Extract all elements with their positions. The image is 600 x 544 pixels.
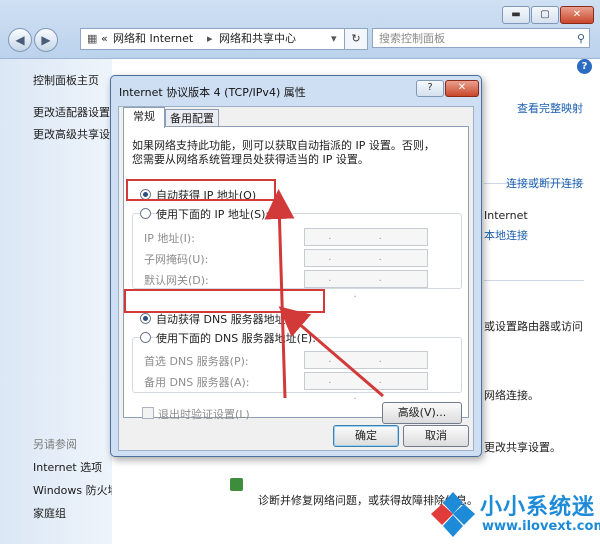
auto-ip-highlight-box: [126, 179, 276, 201]
close-button[interactable]: ✕: [560, 6, 594, 24]
dialog-close-button[interactable]: ✕: [445, 80, 479, 97]
watermark-title: 小小系统迷: [480, 495, 596, 520]
connect-disconnect-link[interactable]: 连接或断开连接: [506, 175, 583, 191]
watermark-url: www.ilovext.com: [482, 519, 600, 534]
ipv4-properties-dialog: Internet 协议版本 4 (TCP/IPv4) 属性 ? ✕ 常规 备用配…: [110, 75, 482, 457]
validate-on-exit-label: 退出时验证设置(L): [158, 408, 250, 421]
tab-alternate-configuration[interactable]: 备用配置: [165, 109, 219, 127]
router-setup-text: 或设置路由器或访问: [484, 320, 583, 333]
change-advanced-sharing-link[interactable]: 更改高级共享设置: [33, 126, 121, 142]
ip-address-label: IP 地址(I):: [144, 232, 195, 245]
dialog-body: 常规 备用配置 如果网络支持此功能，则可以获取自动指派的 IP 设置。否则， 您…: [118, 106, 474, 451]
tab-general[interactable]: 常规: [123, 107, 165, 128]
cancel-button[interactable]: 取消: [403, 425, 469, 447]
auto-dns-radio[interactable]: [140, 313, 151, 324]
breadcrumb-network-sharing-center[interactable]: 网络和共享中心: [219, 29, 296, 49]
general-tab-panel: 如果网络支持此功能，则可以获取自动指派的 IP 设置。否则， 您需要从网络系统管…: [123, 126, 469, 424]
auto-dns-highlight-box: [124, 289, 325, 313]
maximize-button[interactable]: ▢: [531, 6, 559, 24]
address-bar[interactable]: ▦ « 网络和 Internet ▸ 网络和共享中心 ▾: [80, 28, 368, 50]
address-dropdown-icon[interactable]: ▾: [331, 29, 337, 49]
alternate-dns-field[interactable]: . . .: [304, 372, 428, 402]
network-connection-text: 网络连接。: [484, 389, 539, 402]
folder-icon: ▦: [87, 32, 98, 45]
help-icon[interactable]: ?: [577, 59, 592, 74]
manual-dns-radio[interactable]: [140, 332, 151, 343]
manual-ip-label[interactable]: 使用下面的 IP 地址(S):: [156, 206, 270, 222]
manual-dns-label[interactable]: 使用下面的 DNS 服务器地址(E):: [156, 330, 316, 346]
dialog-help-button[interactable]: ?: [416, 80, 444, 97]
dialog-title: Internet 协议版本 4 (TCP/IPv4) 属性: [119, 86, 306, 99]
minimize-button[interactable]: ▬: [502, 6, 530, 24]
back-button[interactable]: ◀: [8, 28, 32, 52]
watermark-logo-icon: [431, 492, 475, 537]
breadcrumb-prefix: «: [101, 32, 108, 45]
sharing-settings-text: 更改共享设置。: [484, 441, 561, 454]
breadcrumb-network-internet[interactable]: 网络和 Internet: [113, 29, 193, 49]
subnet-mask-field[interactable]: . . .: [304, 249, 428, 279]
refresh-button[interactable]: ↻: [344, 28, 368, 50]
ok-button[interactable]: 确定: [333, 425, 399, 447]
see-full-map-link[interactable]: 查看完整映射: [517, 100, 583, 116]
forward-button[interactable]: ▶: [34, 28, 58, 52]
advanced-button[interactable]: 高级(V)...: [382, 402, 462, 424]
search-icon[interactable]: ⚲: [577, 29, 585, 49]
search-placeholder: 搜索控制面板: [379, 32, 445, 45]
subnet-mask-label: 子网掩码(U):: [144, 253, 209, 266]
change-adapter-settings-link[interactable]: 更改适配器设置: [33, 104, 110, 120]
see-also-heading: 另请参阅: [33, 438, 77, 451]
local-connection-link[interactable]: 本地连接: [484, 227, 528, 243]
preferred-dns-field[interactable]: . . .: [304, 351, 428, 381]
search-input[interactable]: 搜索控制面板 ⚲: [372, 28, 590, 48]
alternate-dns-label: 备用 DNS 服务器(A):: [144, 376, 250, 389]
preferred-dns-label: 首选 DNS 服务器(P):: [144, 355, 249, 368]
homegroup-link[interactable]: 家庭组: [33, 505, 66, 521]
internet-network-label: Internet: [484, 209, 528, 222]
divider: [484, 280, 584, 281]
breadcrumb-separator-icon: ▸: [207, 32, 213, 45]
default-gateway-field[interactable]: . . .: [304, 270, 428, 300]
windows-firewall-link[interactable]: Windows 防火墙: [33, 482, 119, 498]
default-gateway-label: 默认网关(D):: [144, 274, 209, 287]
internet-options-link[interactable]: Internet 选项: [33, 459, 102, 475]
validate-on-exit-checkbox[interactable]: [142, 407, 154, 419]
explorer-titlebar: ▬ ▢ ✕ ◀ ▶ ▦ « 网络和 Internet ▸ 网络和共享中心 ▾ ↻…: [0, 0, 600, 59]
manual-ip-radio[interactable]: [140, 208, 151, 219]
control-panel-home-link[interactable]: 控制面板主页: [33, 72, 99, 88]
watermark: 小小系统迷 www.ilovext.com: [428, 485, 600, 544]
auto-dns-label[interactable]: 自动获得 DNS 服务器地址(B): [156, 311, 302, 327]
left-nav-pane: 控制面板主页 更改适配器设置 更改高级共享设置 另请参阅 Internet 选项…: [0, 59, 121, 544]
troubleshoot-icon: [230, 478, 243, 491]
intro-text-line-2: 您需要从网络系统管理员处获得适当的 IP 设置。: [132, 153, 369, 166]
ip-address-field[interactable]: . . .: [304, 228, 428, 258]
